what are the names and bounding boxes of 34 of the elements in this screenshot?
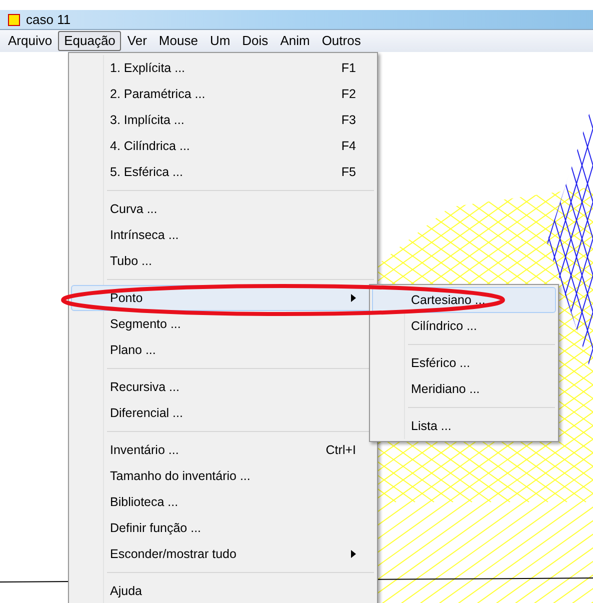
menu-item[interactable]: Tubo ...	[71, 248, 375, 274]
menu-item[interactable]: 5. Esférica ... F5	[71, 159, 375, 185]
shortcut-label: Ctrl+I	[326, 442, 356, 459]
app-icon	[8, 14, 20, 26]
menu-title[interactable]: Ver	[121, 31, 153, 51]
menu-item[interactable]: Lista ...	[372, 413, 556, 439]
menu-item[interactable]: 2. Paramétrica ... F2	[71, 81, 375, 107]
menu-title[interactable]: Mouse	[152, 31, 204, 51]
menu-item[interactable]: Intrínseca ...	[71, 222, 375, 248]
menu-item[interactable]: 1. Explícita ... F1	[71, 55, 375, 81]
menu-title[interactable]: Outros	[316, 31, 367, 51]
menu-item[interactable]: Inventário ... Ctrl+I	[71, 437, 375, 463]
menu-title[interactable]: Equação	[58, 31, 122, 51]
menu-item[interactable]: 3. Implícita ... F3	[71, 107, 375, 133]
shortcut-label: F1	[341, 60, 356, 77]
menu-item[interactable]: Esconder/mostrar tudo	[71, 541, 375, 567]
menu-item[interactable]: Cilíndrico ...	[372, 313, 556, 339]
menu-item[interactable]: Ajuda	[71, 578, 375, 603]
menu-title[interactable]: Arquivo	[2, 31, 58, 51]
menu-title[interactable]: Dois	[236, 31, 274, 51]
menu-item[interactable]: Meridiano ...	[372, 376, 556, 402]
window-title: caso 11	[26, 10, 71, 29]
menu-title[interactable]: Um	[204, 31, 236, 51]
menu-item[interactable]: Definir função ...	[71, 515, 375, 541]
menu-item[interactable]: Biblioteca ...	[71, 489, 375, 515]
shortcut-label: F4	[341, 138, 356, 155]
shortcut-label: F3	[341, 112, 356, 129]
menu-item[interactable]: 4. Cilíndrica ... F4	[71, 133, 375, 159]
shortcut-label: F2	[341, 86, 356, 103]
shortcut-label: F5	[341, 164, 356, 181]
menu-title[interactable]: Anim	[274, 31, 316, 51]
menu-item[interactable]: Esférico ...	[372, 350, 556, 376]
menu-item[interactable]: Tamanho do inventário ...	[71, 463, 375, 489]
menu-item[interactable]: Curva ...	[71, 196, 375, 222]
